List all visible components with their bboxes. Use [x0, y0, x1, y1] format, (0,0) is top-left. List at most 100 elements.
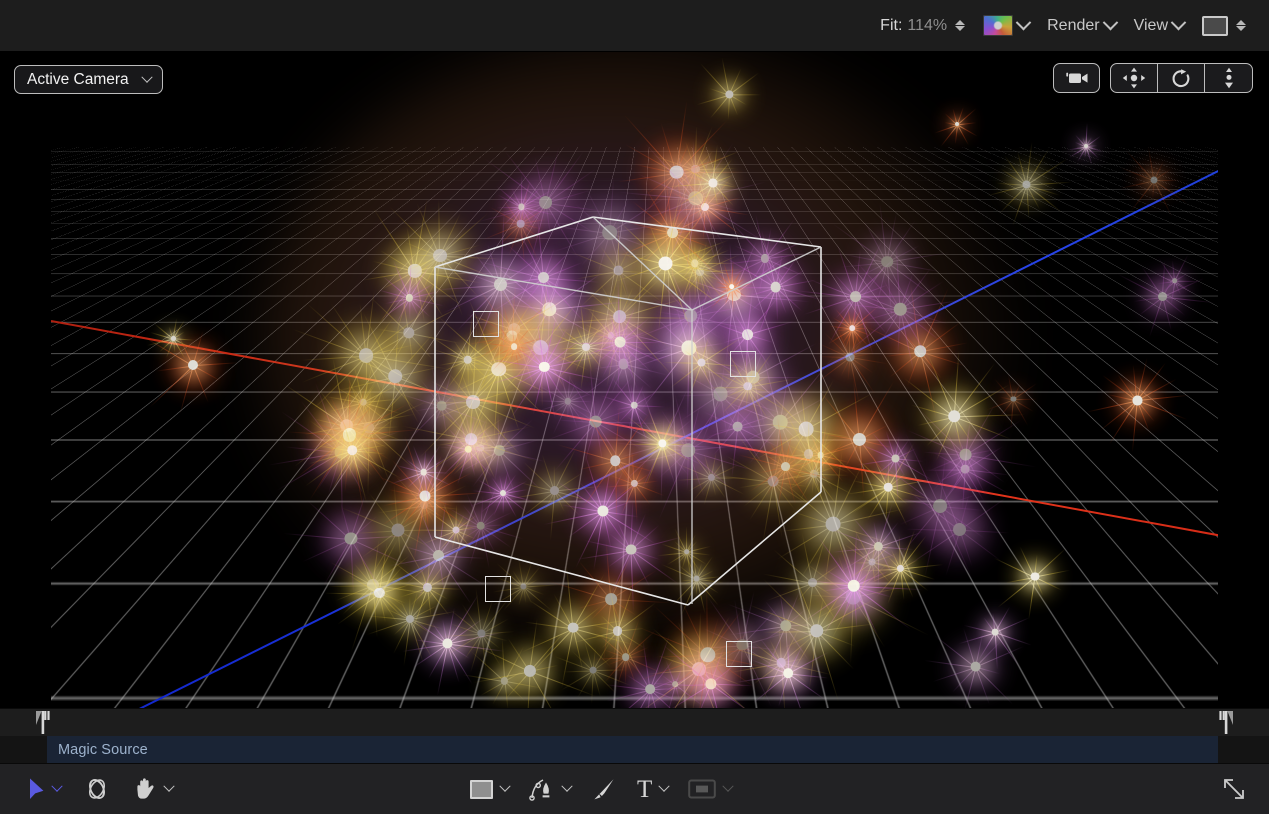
- particle-star: [962, 599, 1028, 665]
- particle-star: [292, 479, 411, 598]
- chevron-down-icon[interactable]: [141, 71, 152, 82]
- paintbrush-icon[interactable]: [591, 776, 617, 802]
- particle-star: [809, 316, 891, 398]
- arrow-cursor-icon[interactable]: [28, 777, 45, 801]
- particle-star: [445, 413, 515, 483]
- particle-star: [372, 443, 478, 549]
- particle-star: [637, 584, 779, 708]
- particle-star: [493, 556, 554, 617]
- particle-star: [873, 439, 1007, 573]
- select-transform-tool[interactable]: [28, 777, 61, 801]
- particle-star: [895, 465, 1023, 593]
- rotate-arrow-icon: [1170, 68, 1192, 89]
- timeline-track[interactable]: Magic Source: [0, 736, 1269, 763]
- particle-star: [573, 314, 673, 414]
- chevron-down-icon[interactable]: [561, 781, 572, 792]
- particle-star: [709, 351, 852, 494]
- text-tool[interactable]: T: [637, 777, 668, 802]
- shape-tool-group: T: [470, 776, 732, 802]
- particle-star: [468, 275, 613, 420]
- particle-star: [351, 207, 478, 334]
- particle-star: [987, 145, 1066, 224]
- mask-tool[interactable]: [688, 778, 732, 800]
- in-point-marker-icon[interactable]: [36, 711, 50, 734]
- channel-color-control[interactable]: [974, 11, 1038, 41]
- chevron-down-icon[interactable]: [163, 781, 174, 792]
- chevron-down-icon[interactable]: [1102, 15, 1118, 31]
- particle-star: [472, 462, 534, 524]
- bezier-pen-icon[interactable]: [529, 776, 555, 802]
- particle-star: [922, 427, 1008, 513]
- particle-star: [665, 547, 727, 609]
- particle-star: [934, 102, 979, 147]
- particle-star: [1120, 146, 1188, 214]
- resize-grip[interactable]: [1221, 776, 1247, 802]
- particle-star: [708, 262, 757, 311]
- particle-star: [493, 316, 595, 418]
- background-color-control[interactable]: [1193, 11, 1255, 41]
- particle-star: [489, 223, 598, 332]
- particle-star: [385, 502, 492, 609]
- particle-star: [297, 287, 434, 424]
- zoom-fit-control[interactable]: Fit: 114%: [871, 11, 974, 41]
- active-camera-menu[interactable]: Active Camera: [14, 65, 163, 94]
- particle-star: [447, 399, 551, 503]
- mask-rectangle-icon[interactable]: [688, 778, 716, 800]
- canvas-viewport[interactable]: Active Camera: [0, 52, 1269, 708]
- rectangle-shape-tool[interactable]: [470, 780, 509, 799]
- out-point-marker-icon[interactable]: [1219, 711, 1233, 734]
- pan-tool[interactable]: [133, 777, 173, 802]
- particle-star: [760, 451, 906, 597]
- rectangle-icon[interactable]: [470, 780, 493, 799]
- orbit-3d-button[interactable]: [1158, 64, 1205, 92]
- timeline-ruler[interactable]: [0, 708, 1269, 736]
- particle-star: [739, 624, 836, 708]
- chevron-down-icon[interactable]: [51, 781, 62, 792]
- particle-star: [281, 392, 401, 512]
- particle-star: [554, 251, 686, 383]
- 3d-navigation-segmented-control: [1110, 63, 1253, 93]
- particle-star: [723, 217, 806, 300]
- particle-star: [691, 57, 766, 132]
- pan-3d-button[interactable]: [1111, 64, 1158, 92]
- chevron-down-icon[interactable]: [499, 781, 510, 792]
- particle-star: [690, 380, 785, 475]
- particle-star: [671, 232, 796, 357]
- particle-star: [538, 161, 681, 304]
- particle-star: [725, 236, 827, 338]
- particle-star: [658, 227, 732, 301]
- particle-star: [539, 365, 652, 478]
- particle-star: [435, 416, 502, 483]
- particle-star: [1066, 126, 1106, 166]
- bezier-pen-tool[interactable]: [529, 776, 571, 802]
- text-t-icon[interactable]: T: [637, 777, 652, 802]
- camera-view-button[interactable]: [1053, 63, 1100, 93]
- chevron-down-icon[interactable]: [1016, 15, 1032, 31]
- color-wheel-swatch-icon[interactable]: [983, 15, 1013, 36]
- 3d-transform-tool[interactable]: [83, 776, 111, 802]
- chevron-down-icon[interactable]: [1171, 15, 1187, 31]
- hand-icon[interactable]: [133, 777, 157, 802]
- dolly-3d-button[interactable]: [1205, 64, 1252, 92]
- chevron-down-icon[interactable]: [723, 781, 734, 792]
- view-menu[interactable]: View: [1125, 11, 1193, 41]
- timeline-clip-magic-source[interactable]: Magic Source: [47, 736, 1218, 763]
- stepper-up-down-icon[interactable]: [1236, 20, 1246, 31]
- orbit-atom-icon[interactable]: [83, 776, 111, 802]
- up-down-arrows-icon: [1221, 67, 1237, 89]
- background-color-swatch-icon[interactable]: [1202, 16, 1228, 36]
- particle-star: [776, 435, 852, 511]
- particle-emitter-field: [51, 52, 1218, 708]
- particle-star: [429, 300, 568, 439]
- particle-star: [578, 302, 644, 368]
- paint-stroke-tool[interactable]: [591, 776, 617, 802]
- active-camera-label: Active Camera: [27, 71, 129, 89]
- render-menu[interactable]: Render: [1038, 11, 1124, 41]
- 3d-scene-canvas[interactable]: [51, 52, 1218, 708]
- particle-star: [328, 542, 430, 644]
- particle-star: [373, 262, 446, 335]
- stepper-up-down-icon[interactable]: [955, 20, 965, 31]
- particle-star: [663, 324, 740, 401]
- chevron-down-icon[interactable]: [659, 781, 670, 792]
- render-menu-label: Render: [1047, 17, 1099, 35]
